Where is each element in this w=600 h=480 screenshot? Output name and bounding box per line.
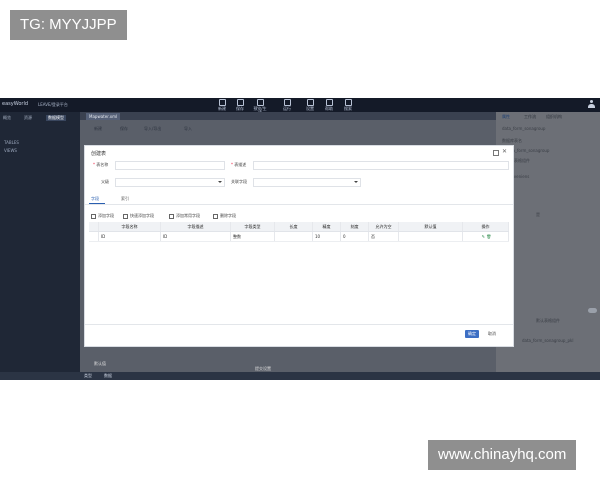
- preview-icon: [256, 99, 264, 106]
- right-tab-properties[interactable]: 属性: [502, 114, 510, 120]
- tab-fields[interactable]: 字段: [91, 196, 99, 202]
- close-icon[interactable]: ✕: [502, 148, 507, 155]
- maximize-icon[interactable]: [493, 150, 499, 156]
- col-header: 精度: [313, 222, 341, 231]
- table-cell[interactable]: ID: [161, 232, 231, 241]
- editor-tab-bar: Mapwater.xml: [80, 112, 496, 120]
- tab-divider: [85, 204, 513, 205]
- watermark-top: TG: MYYJJPP: [10, 10, 127, 40]
- table-cell[interactable]: [275, 232, 313, 241]
- cancel-button[interactable]: 取消: [485, 330, 499, 338]
- ok-button[interactable]: 确定: [465, 330, 479, 338]
- toolbar-help-button[interactable]: 帮助: [322, 99, 336, 112]
- schema-label: 父级: [101, 179, 109, 184]
- toolbar-search-button[interactable]: 搜索: [341, 99, 355, 112]
- tree-item-views[interactable]: VIEWS: [4, 148, 17, 153]
- engine-label: 关联字段: [231, 179, 247, 184]
- toolbar-new-button[interactable]: 新建: [215, 99, 229, 112]
- col-header: 允许为空: [369, 222, 399, 231]
- editor-new-button[interactable]: 新建: [94, 126, 102, 132]
- status-tab-type[interactable]: 类型: [84, 373, 92, 379]
- row-actions[interactable]: ✎ 🗑: [463, 232, 509, 241]
- dialog-title: 创建表: [91, 151, 107, 157]
- tree-item-tables[interactable]: TABLES: [4, 140, 19, 145]
- footer-divider: [85, 324, 513, 325]
- table-desc-input[interactable]: [253, 161, 509, 170]
- engine-select[interactable]: [253, 178, 361, 187]
- table-name-input[interactable]: [115, 161, 225, 170]
- user-icon[interactable]: [588, 100, 595, 109]
- new-icon: [218, 99, 226, 106]
- toolbar-run-button[interactable]: 运行: [280, 99, 294, 112]
- editor-import-export-button[interactable]: 导入/导出: [144, 126, 161, 132]
- right-row: data_form_sonagroup: [502, 126, 546, 131]
- table-header: 字段名称 字段描述 字段类型 长度 精度 刻度 允许为空 默认值 操作: [89, 222, 509, 232]
- right-toggle[interactable]: [588, 308, 597, 313]
- chevron-down-icon: [354, 181, 358, 183]
- col-header: [89, 222, 99, 231]
- toolbar-preview-button[interactable]: 预览/生成: [253, 99, 267, 115]
- col-header: 字段类型: [231, 222, 275, 231]
- add-icon: [91, 213, 96, 219]
- delete-icon: [213, 213, 218, 219]
- toolbar-save-button[interactable]: 保存: [233, 99, 247, 112]
- save-icon: [236, 99, 244, 106]
- quick-add-icon: [123, 213, 128, 219]
- right-row: 是: [536, 212, 540, 217]
- sidebar-tab-resources[interactable]: 资源: [24, 115, 32, 121]
- editor-import-button[interactable]: 导入: [184, 126, 192, 132]
- col-header: 默认值: [399, 222, 463, 231]
- run-icon: [283, 99, 291, 106]
- table-cell[interactable]: 整数: [231, 232, 275, 241]
- sidebar: 概览 资源 数据模型 TABLES VIEWS: [0, 112, 80, 380]
- table-desc-label-wrap: * 表描述: [231, 162, 247, 167]
- search-icon: [344, 99, 352, 106]
- col-header: 字段描述: [161, 222, 231, 231]
- add-common-field-button[interactable]: 添加常用字段: [169, 213, 200, 219]
- app-screen: easyWorld LEAVE/登录平台 新建 保存 预览/生成 运行 设置 帮…: [0, 98, 600, 380]
- top-link[interactable]: LEAVE/登录平台: [38, 102, 68, 108]
- right-row: 数据库表名: [502, 138, 522, 143]
- help-icon: [325, 99, 333, 106]
- status-tab-data[interactable]: 数据: [104, 373, 112, 379]
- sidebar-tab-overview[interactable]: 概览: [3, 115, 11, 121]
- table-name-label-wrap: * 表名称: [93, 162, 109, 167]
- editor-save-button[interactable]: 保存: [120, 126, 128, 132]
- col-header: 操作: [463, 222, 509, 231]
- app-logo: easyWorld: [2, 101, 29, 107]
- table-cell[interactable]: 0: [341, 232, 369, 241]
- sidebar-tab-datamodel[interactable]: 数据模型: [46, 115, 66, 121]
- file-tab[interactable]: Mapwater.xml: [86, 113, 121, 120]
- col-header: 长度: [275, 222, 313, 231]
- table-cell[interactable]: [399, 232, 463, 241]
- underlay-default-label: 默认值: [94, 361, 106, 366]
- col-header: 字段名称: [99, 222, 161, 231]
- top-bar: easyWorld LEAVE/登录平台 新建 保存 预览/生成 运行 设置 帮…: [0, 98, 600, 115]
- right-row: 默认表格组件: [536, 318, 560, 323]
- settings-icon: [306, 99, 314, 106]
- table-cell[interactable]: 否: [369, 232, 399, 241]
- chevron-down-icon: [218, 181, 222, 183]
- create-table-dialog: 创建表 ✕ * 表名称 * 表描述 父级 关联字段 字段 索引 添加字段 快速添…: [84, 145, 514, 347]
- status-bar: 类型 数据: [0, 372, 600, 380]
- tab-indexes[interactable]: 索引: [121, 196, 129, 202]
- right-tab-workflow[interactable]: 工作流: [524, 114, 536, 120]
- delete-field-button[interactable]: 删除字段: [213, 213, 236, 219]
- right-row: data_form_sonagroup_pkl: [522, 338, 574, 343]
- common-field-icon: [169, 213, 174, 219]
- table-cell[interactable]: ID: [99, 232, 161, 241]
- table-cell[interactable]: 10: [313, 232, 341, 241]
- add-field-button[interactable]: 添加字段: [91, 213, 114, 219]
- table-cell: [89, 232, 99, 241]
- right-tab-org[interactable]: 组织机构: [546, 114, 562, 120]
- schema-select[interactable]: [115, 178, 225, 187]
- table-row[interactable]: ID ID 整数 10 0 否 ✎ 🗑: [89, 232, 509, 242]
- quick-add-field-button[interactable]: 快速添加字段: [123, 213, 154, 219]
- toolbar-settings-button[interactable]: 设置: [303, 99, 317, 112]
- table-name-label: 表名称: [96, 162, 109, 167]
- col-header: 刻度: [341, 222, 369, 231]
- watermark-bottom: www.chinayhq.com: [428, 440, 577, 470]
- table-desc-label: 表描述: [234, 162, 247, 167]
